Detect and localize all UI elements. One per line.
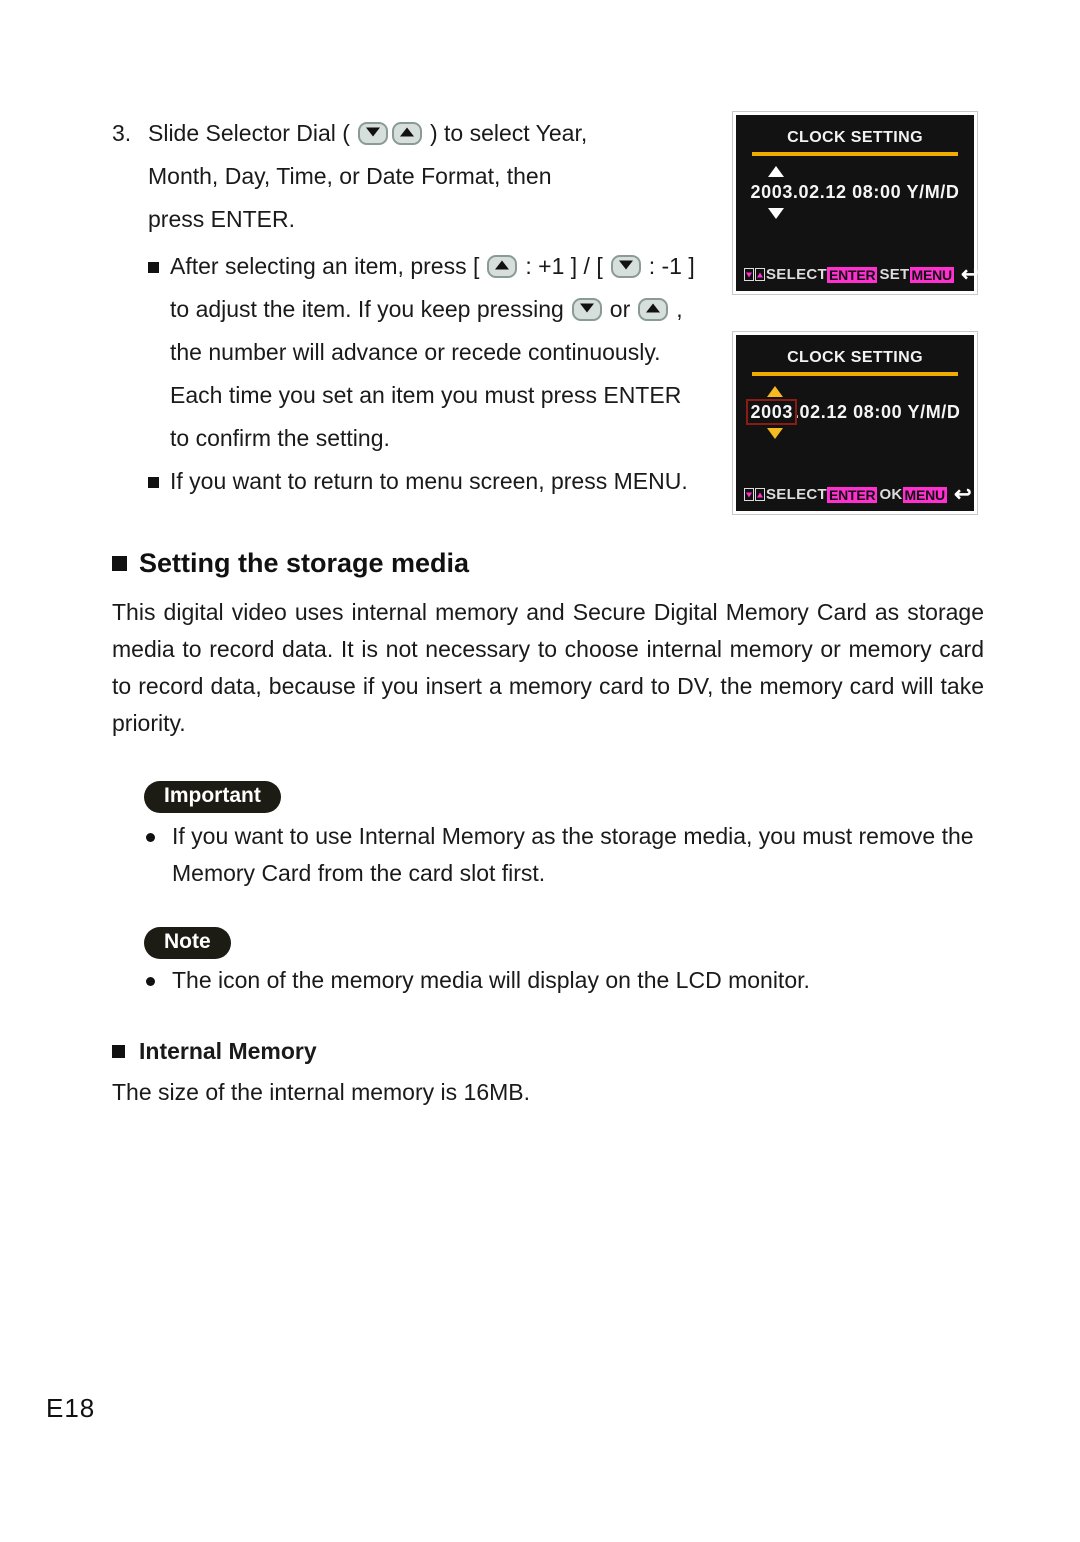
lcd-menu-hint: MENU ↩: [909, 262, 979, 286]
internal-memory-heading-text: Internal Memory: [139, 1038, 317, 1064]
lcd-enter-tag: ENTER: [826, 266, 878, 283]
step-line-1: Slide Selector Dial ( ) to select Year,: [148, 112, 587, 155]
internal-memory-heading: Internal Memory: [112, 1038, 317, 1065]
button-down-icon: [610, 255, 641, 278]
sub-bullet-1-seg-4: to adjust the item. If you keep pressing: [170, 296, 564, 322]
manual-page: 3. Slide Selector Dial ( ) to select Yea…: [0, 0, 1080, 1542]
dot-bullet-icon: [146, 962, 172, 999]
sub-bullet-1-seg-5: or: [609, 296, 631, 322]
section-heading-text: Setting the storage media: [139, 548, 470, 578]
important-item-text: If you want to use Internal Memory as th…: [172, 823, 974, 886]
important-badge: Important: [144, 781, 281, 813]
list-item: The icon of the memory media will displa…: [146, 962, 984, 999]
step-3-block: 3. Slide Selector Dial ( ) to select Yea…: [112, 112, 732, 503]
lcd-enter-action: SET: [879, 266, 910, 283]
lcd-title-rule: [752, 372, 958, 376]
section-heading: Setting the storage media: [112, 548, 469, 579]
lcd-hint-bar: SELECT ENTER OK MENU ↩: [736, 482, 974, 506]
lcd-select-label: SELECT: [766, 486, 827, 503]
lcd-enter-hint: ENTER SET: [826, 266, 910, 283]
step-sub-list: After selecting an item, press [ : +1 ] …: [112, 245, 732, 503]
step-line-1-pre: Slide Selector Dial (: [148, 120, 350, 146]
lcd-select-hint: SELECT: [744, 486, 827, 503]
internal-memory-paragraph: The size of the internal memory is 16MB.: [112, 1079, 530, 1105]
square-bullet-icon: [148, 460, 170, 503]
sub-bullet-2: If you want to return to menu screen, pr…: [148, 460, 732, 503]
note-badge: Note: [144, 927, 231, 959]
lcd-value-area: 2003.02.12 08:00 Y/M/D: [736, 386, 974, 439]
step-line-1-post: ) to select Year,: [429, 120, 588, 146]
lcd-screenshot-clock-setting-2: CLOCK SETTING 2003.02.12 08:00 Y/M/D SEL…: [733, 332, 977, 514]
selector-dial-up-icon: [391, 122, 422, 145]
lcd-date-wrapper: 2003.02.12 08:00 Y/M/D: [746, 166, 963, 219]
lcd-title: CLOCK SETTING: [787, 349, 923, 366]
lcd-date-wrapper: 2003.02.12 08:00 Y/M/D: [745, 386, 964, 439]
step-body: Slide Selector Dial ( ) to select Year, …: [148, 112, 587, 241]
arrow-up-icon: [768, 166, 785, 177]
mini-down-key-icon: [744, 488, 754, 501]
list-item: If you want to use Internal Memory as th…: [146, 818, 984, 892]
sub-bullet-1-line-4: Each time you set an item you must press…: [170, 382, 682, 408]
mini-up-key-icon: [755, 488, 765, 501]
lcd-screenshot-clock-setting-1: CLOCK SETTING 2003.02.12 08:00 Y/M/D SEL…: [733, 112, 979, 294]
lcd-title: CLOCK SETTING: [787, 129, 923, 146]
sub-bullet-1-seg-2: : +1 ] / [: [525, 253, 603, 279]
lcd-date-selected-segment: 2003: [746, 399, 797, 425]
step-number: 3.: [112, 120, 132, 146]
sub-bullet-1: After selecting an item, press [ : +1 ] …: [148, 245, 732, 460]
lcd-value-area: 2003.02.12 08:00 Y/M/D: [736, 166, 974, 219]
note-item-text: The icon of the memory media will displa…: [172, 967, 810, 993]
button-up-icon: [487, 255, 518, 278]
return-arrow-icon: ↩: [960, 262, 979, 286]
square-bullet-icon: [112, 1045, 125, 1058]
page-number: E18: [46, 1393, 96, 1423]
arrow-up-icon: [767, 386, 784, 397]
sub-bullet-2-body: If you want to return to menu screen, pr…: [170, 460, 688, 503]
sub-bullet-1-seg-6: ,: [676, 296, 683, 322]
mini-up-key-icon: [755, 268, 765, 281]
lcd-menu-hint: MENU ↩: [902, 482, 972, 506]
lcd-date-value: 2003.02.12 08:00 Y/M/D: [750, 182, 960, 202]
lcd-menu-tag: MENU: [902, 486, 947, 503]
selector-dial-down-icon: [357, 122, 388, 145]
lcd-hint-bar: SELECT ENTER SET MENU ↩: [736, 264, 979, 285]
step-line-3: press ENTER.: [148, 206, 295, 232]
lcd-title-rule: [752, 152, 958, 156]
lcd-enter-action: OK: [879, 486, 903, 503]
lcd-enter-tag: ENTER: [826, 486, 878, 503]
sub-bullet-1-line-5: to confirm the setting.: [170, 425, 390, 451]
step-line-2: Month, Day, Time, or Date Format, then: [148, 163, 552, 189]
arrow-down-icon: [767, 428, 784, 439]
lcd-select-label: SELECT: [766, 266, 827, 283]
section-paragraph: This digital video uses internal memory …: [112, 599, 984, 736]
important-list: If you want to use Internal Memory as th…: [146, 818, 984, 892]
dot-bullet-icon: [146, 818, 172, 855]
mini-down-key-icon: [744, 268, 754, 281]
button-up-icon: [638, 298, 669, 321]
sub-bullet-1-seg-3: : -1 ]: [648, 253, 695, 279]
note-list: The icon of the memory media will displa…: [146, 962, 984, 999]
sub-bullet-1-line-2: to adjust the item. If you keep pressing…: [170, 288, 695, 331]
lcd-select-hint: SELECT: [744, 266, 827, 283]
sub-bullet-1-line-3: the number will advance or recede contin…: [170, 339, 661, 365]
lcd-date-value: 2003.02.12 08:00 Y/M/D: [746, 399, 961, 425]
lcd-enter-hint: ENTER OK: [826, 486, 903, 503]
square-bullet-icon: [148, 245, 170, 288]
arrow-down-icon: [768, 208, 785, 219]
button-down-icon: [571, 298, 602, 321]
sub-bullet-1-line-1: After selecting an item, press [ : +1 ] …: [170, 245, 695, 288]
lcd-date-remainder: .02.12 08:00 Y/M/D: [793, 402, 961, 422]
lcd-menu-tag: MENU: [909, 266, 954, 283]
sub-bullet-1-body: After selecting an item, press [ : +1 ] …: [170, 245, 695, 460]
step-3-row: 3. Slide Selector Dial ( ) to select Yea…: [112, 112, 732, 241]
square-bullet-icon: [112, 556, 127, 571]
sub-bullet-2-line-1: If you want to return to menu screen, pr…: [170, 468, 688, 494]
return-arrow-icon: ↩: [953, 482, 972, 506]
sub-bullet-1-seg-1: After selecting an item, press [: [170, 253, 480, 279]
